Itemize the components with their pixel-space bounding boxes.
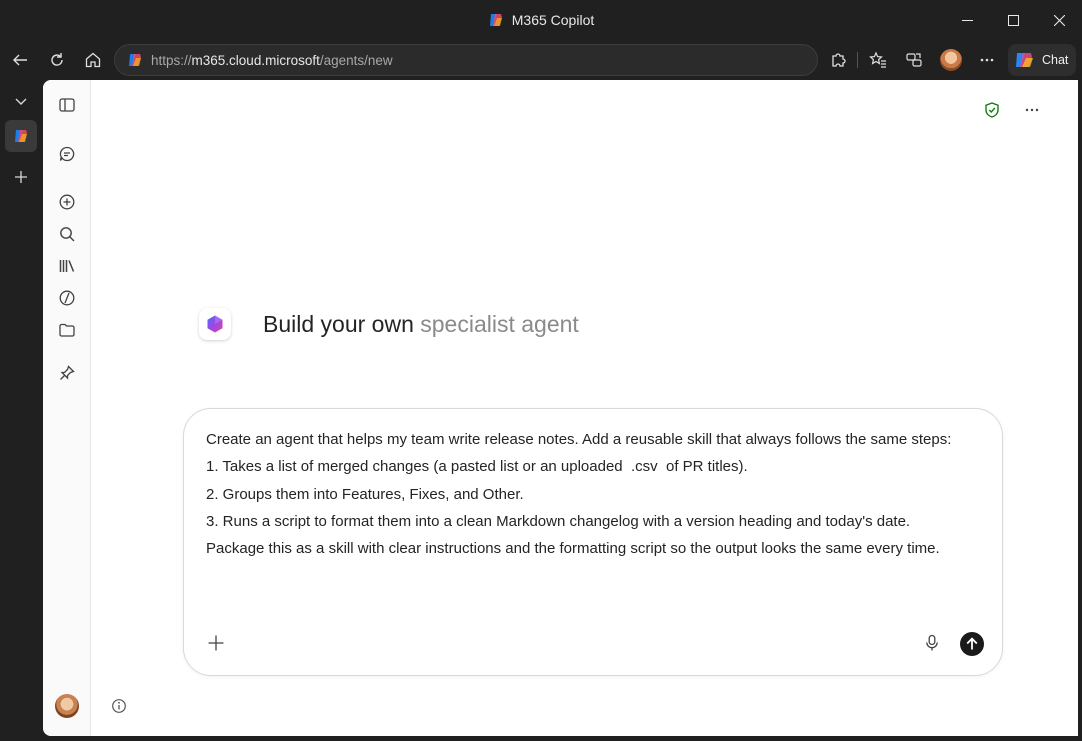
maximize-icon xyxy=(1007,14,1019,26)
copilot-tab-icon xyxy=(15,130,27,142)
window-title: M365 Copilot xyxy=(0,0,1082,40)
prompt-line: 2. Groups them into Features, Fixes, and… xyxy=(206,485,524,503)
library-nav-button[interactable] xyxy=(51,250,83,282)
arrow-up-icon xyxy=(966,637,978,650)
back-arrow-icon xyxy=(13,54,27,66)
page-title-muted: specialist agent xyxy=(420,310,579,337)
create-nav-button[interactable] xyxy=(51,282,83,314)
plus-icon xyxy=(208,635,224,651)
tab-m365-copilot[interactable] xyxy=(5,120,37,152)
collapse-tabs-button[interactable] xyxy=(5,85,37,117)
refresh-icon xyxy=(51,53,63,66)
folder-icon xyxy=(59,323,75,337)
close-icon xyxy=(1053,14,1065,26)
extensions-button[interactable] xyxy=(822,44,854,76)
window-title-text: M365 Copilot xyxy=(511,12,595,28)
info-button[interactable] xyxy=(107,694,131,718)
chevron-down-icon xyxy=(15,98,27,105)
browser-window: M365 Copilot https://m365.cloud.microsof… xyxy=(0,0,1082,741)
prompt-line: Package this as a skill with clear instr… xyxy=(206,540,940,558)
star-list-icon xyxy=(869,51,886,68)
url-text: https://m365.cloud.microsoft/agents/new xyxy=(151,53,393,68)
prompt-line: 3. Runs a script to format them into a c… xyxy=(206,512,911,530)
page-title-strong: Build your own xyxy=(263,310,414,337)
message-composer: Create an agent that helps my team write… xyxy=(183,408,1003,676)
info-icon xyxy=(112,699,126,713)
site-favicon-icon xyxy=(129,54,141,66)
add-attachment-button[interactable] xyxy=(204,631,228,655)
more-menu-button[interactable] xyxy=(971,44,1003,76)
url-host: m365.cloud.microsoft xyxy=(191,52,320,68)
chat-nav-button[interactable] xyxy=(51,138,83,170)
agent-logo xyxy=(199,308,231,340)
search-nav-button[interactable] xyxy=(51,218,83,250)
vertical-tabs-strip xyxy=(0,80,43,741)
add-circle-icon xyxy=(59,194,75,210)
address-bar[interactable]: https://m365.cloud.microsoft/agents/new xyxy=(114,44,818,76)
url-scheme: https:// xyxy=(151,52,192,68)
profile-avatar xyxy=(940,49,962,71)
back-button[interactable] xyxy=(4,44,36,76)
user-avatar[interactable] xyxy=(55,694,79,718)
protected-badge-button[interactable] xyxy=(976,94,1008,126)
collections-icon xyxy=(906,53,922,67)
chat-bubble-icon xyxy=(59,146,75,162)
minimize-icon xyxy=(961,19,973,21)
pinned-nav-button[interactable] xyxy=(51,357,83,389)
copilot-icon xyxy=(1016,53,1033,67)
more-horizontal-icon xyxy=(980,58,994,62)
new-chat-button[interactable] xyxy=(51,186,83,218)
toolbar-divider xyxy=(857,52,858,68)
copilot-sidebar xyxy=(43,80,91,736)
minimize-button[interactable] xyxy=(944,0,990,40)
copilot-chat-button[interactable]: Chat xyxy=(1008,44,1076,76)
toggle-sidebar-button[interactable] xyxy=(51,89,83,121)
search-icon xyxy=(60,227,75,242)
prompt-line: Create an agent that helps my team write… xyxy=(206,431,952,448)
url-path: /agents/new xyxy=(319,52,393,68)
send-button[interactable] xyxy=(960,632,984,656)
collections-button[interactable] xyxy=(898,44,930,76)
home-button[interactable] xyxy=(77,44,109,76)
hexagon-logo-icon xyxy=(207,315,223,333)
more-horizontal-icon xyxy=(1025,108,1039,112)
prompt-input[interactable]: Create an agent that helps my team write… xyxy=(206,426,986,562)
microphone-icon xyxy=(926,634,938,651)
design-icon xyxy=(59,290,75,306)
title-bar: M365 Copilot xyxy=(0,0,1082,40)
browser-toolbar: https://m365.cloud.microsoft/agents/new … xyxy=(0,40,1082,80)
close-button[interactable] xyxy=(1036,0,1082,40)
pin-icon xyxy=(60,365,75,380)
profile-button[interactable] xyxy=(935,44,967,76)
shield-check-icon xyxy=(985,102,999,118)
prompt-line: 1. Takes a list of merged changes (a pas… xyxy=(206,458,748,476)
microphone-button[interactable] xyxy=(920,631,944,655)
home-icon xyxy=(85,52,101,68)
page-title: Build your own specialist agent xyxy=(263,311,579,338)
favorites-button[interactable] xyxy=(862,44,894,76)
sidebar-panel-icon xyxy=(59,98,75,112)
plus-icon xyxy=(15,171,27,183)
page-hero: Build your own specialist agent xyxy=(199,308,579,340)
page-more-button[interactable] xyxy=(1016,94,1048,126)
new-tab-button[interactable] xyxy=(5,161,37,193)
refresh-button[interactable] xyxy=(41,44,73,76)
copilot-logo-icon xyxy=(489,14,502,26)
notebooks-nav-button[interactable] xyxy=(51,314,83,346)
chat-button-label: Chat xyxy=(1042,53,1069,67)
maximize-button[interactable] xyxy=(990,0,1036,40)
library-icon xyxy=(59,260,75,272)
copilot-page: Build your own specialist agent Create a… xyxy=(43,80,1078,736)
puzzle-icon xyxy=(832,53,846,67)
